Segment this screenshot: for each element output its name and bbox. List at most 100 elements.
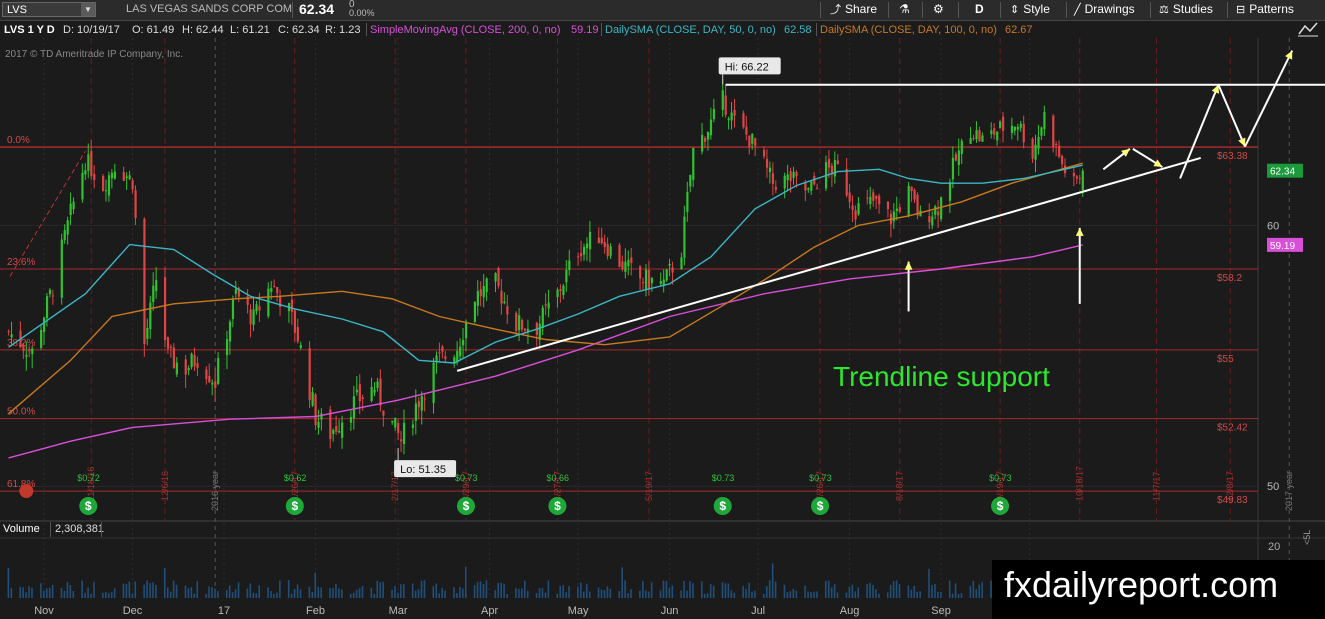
chart[interactable]: NovDec17FebMarAprMayJunJulAugSepO506011/… xyxy=(0,38,1325,619)
volume-bar xyxy=(341,589,343,598)
volume-bar xyxy=(786,592,789,598)
volume-bar xyxy=(588,591,591,598)
candle-body xyxy=(231,299,235,320)
candle-body xyxy=(833,160,837,177)
patterns-button[interactable]: ⊟ Patterns xyxy=(1236,0,1294,19)
volume-bar xyxy=(940,591,942,598)
candle-body xyxy=(978,130,981,142)
dropdown-icon[interactable]: ▼ xyxy=(81,3,95,16)
style-button[interactable]: ⇕ Style xyxy=(1010,0,1050,19)
candle-body xyxy=(479,289,482,297)
candle-body xyxy=(90,150,93,177)
candle-body xyxy=(397,423,400,433)
volume-bar xyxy=(910,589,913,598)
volume-bar xyxy=(464,566,467,598)
symbol-input[interactable]: LVS ▼ xyxy=(2,2,96,17)
volume-bar xyxy=(45,588,48,598)
volume-axis-tick: 20 xyxy=(1268,541,1281,553)
candle-body xyxy=(63,230,66,241)
candle-body xyxy=(650,278,654,284)
candle-body xyxy=(379,378,382,406)
event-date-label: 8/18/17 xyxy=(895,471,905,501)
style-icon: ⇕ xyxy=(1010,4,1020,16)
volume-bar xyxy=(296,584,299,598)
volume-bar xyxy=(568,586,570,598)
candle-body xyxy=(205,369,208,379)
candle-body xyxy=(273,286,276,288)
chart-title[interactable]: LVS 1 Y D xyxy=(4,24,55,36)
volume-bar xyxy=(600,589,603,598)
candle-body xyxy=(701,134,704,152)
volume-bar xyxy=(969,585,972,598)
volume-bar xyxy=(169,591,172,598)
volume-bar xyxy=(774,581,777,598)
fib-price-label: $58.2 xyxy=(1217,273,1242,284)
volume-bar xyxy=(432,586,435,598)
candle-body xyxy=(996,131,999,141)
volume-bar xyxy=(166,587,169,598)
volume-bar xyxy=(102,592,104,598)
candle-body xyxy=(954,154,958,161)
candle-body xyxy=(999,121,1002,129)
candle-body xyxy=(122,171,125,181)
volume-bar xyxy=(642,581,644,598)
x-tick-label: Aug xyxy=(840,605,860,617)
candle-body xyxy=(795,171,798,177)
volume-bar xyxy=(503,583,505,598)
candle-body xyxy=(621,261,624,270)
dollar-icon: $ xyxy=(291,499,298,513)
candle-body xyxy=(464,321,468,339)
volume-bar xyxy=(957,593,960,598)
sma100-label[interactable]: DailySMA (CLOSE, DAY, 100, 0, no) xyxy=(820,24,997,36)
volume-bar xyxy=(792,588,795,598)
sma50-label[interactable]: DailySMA (CLOSE, DAY, 50, 0, no) xyxy=(605,24,776,36)
volume-bar xyxy=(523,580,526,598)
dollar-icon: $ xyxy=(719,499,726,513)
volume-bar xyxy=(299,589,302,598)
divider xyxy=(101,522,102,537)
copyright: 2017 © TD Ameritrade IP Company, Inc. xyxy=(5,49,184,60)
volume-bar xyxy=(373,593,376,598)
x-tick-label: May xyxy=(568,605,589,617)
studies-button[interactable]: ⚖ Studies xyxy=(1159,0,1213,19)
volume-bar xyxy=(175,584,178,598)
volume-bar xyxy=(163,567,166,598)
volume-bar xyxy=(370,587,373,598)
volume-bar xyxy=(196,581,199,598)
volume-bar xyxy=(479,581,482,598)
settings-button[interactable]: ⚙ xyxy=(933,0,944,19)
candle-body xyxy=(506,306,509,315)
divider xyxy=(816,23,817,36)
sma200-label[interactable]: SimpleMovingAvg (CLOSE, 200, 0, no) xyxy=(370,24,561,36)
candle-body xyxy=(568,260,571,270)
event-date-label: 11/7/17 xyxy=(1151,472,1161,501)
volume-bar xyxy=(485,580,488,598)
candle-body xyxy=(503,301,506,304)
timeframe-button[interactable]: D xyxy=(975,0,984,19)
candle-body xyxy=(459,346,462,357)
flask-button[interactable]: ⚗ xyxy=(899,0,910,19)
volume-bar xyxy=(580,582,582,598)
event-date-label: 12/6/16 xyxy=(160,471,170,501)
candle-body xyxy=(28,348,31,352)
candle-body xyxy=(627,259,630,267)
candle-body xyxy=(51,295,55,297)
candle-body xyxy=(25,354,28,357)
volume-bar xyxy=(745,588,747,598)
toolbar: LVS ▼ LAS VEGAS SANDS CORP COM 62.34 0 0… xyxy=(0,0,1325,21)
volume-bar xyxy=(706,593,709,598)
volume-bar xyxy=(417,589,420,598)
divider xyxy=(888,2,889,18)
share-button[interactable]: ⤴ Share xyxy=(830,0,877,19)
fib-price-label: $63.38 xyxy=(1217,151,1248,162)
volume-bar xyxy=(609,588,612,598)
volume-bar xyxy=(518,589,520,598)
candle-body xyxy=(854,210,857,220)
candle-body xyxy=(937,211,940,216)
drawings-button[interactable]: ╱ Drawings xyxy=(1074,0,1135,19)
candle-body xyxy=(400,439,403,442)
volume-bar xyxy=(81,580,83,598)
candle-body xyxy=(892,211,896,222)
volume-bar xyxy=(22,587,24,598)
volume-bar xyxy=(916,591,919,598)
